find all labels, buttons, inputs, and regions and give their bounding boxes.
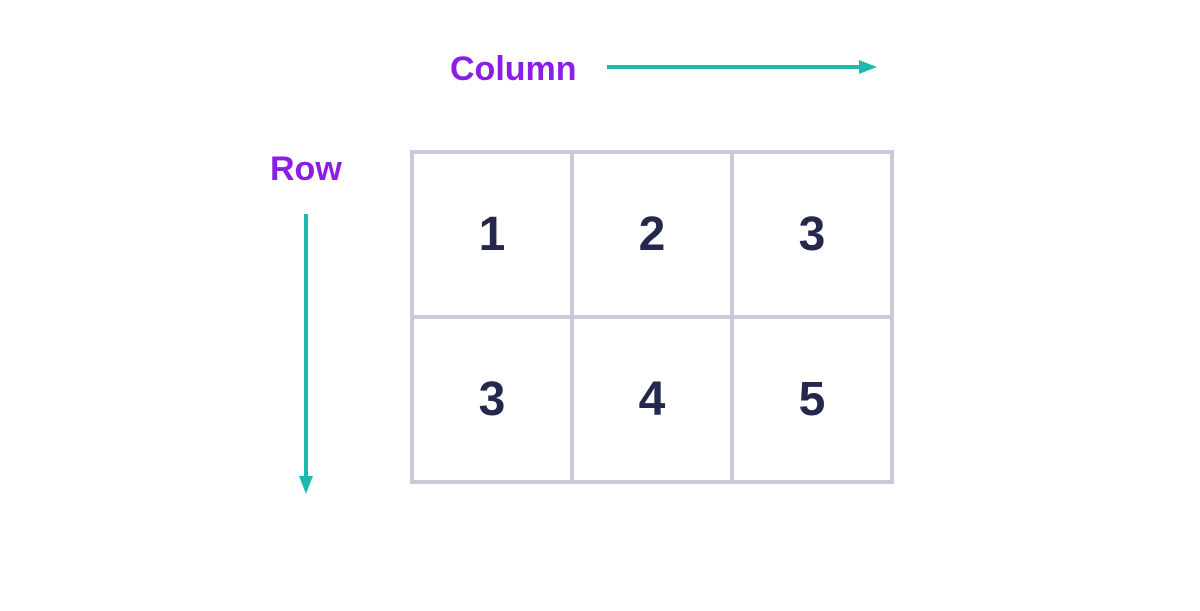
table-row: 1 2 3 <box>412 152 892 317</box>
arrow-right-icon <box>607 59 877 80</box>
cell: 4 <box>572 317 732 482</box>
cell: 5 <box>732 317 892 482</box>
cell: 3 <box>412 317 572 482</box>
cell: 2 <box>572 152 732 317</box>
column-label: Column <box>450 50 577 89</box>
row-label: Row <box>270 150 342 189</box>
table-row: 3 4 5 <box>412 317 892 482</box>
arrow-down-icon <box>298 214 314 499</box>
cell: 1 <box>412 152 572 317</box>
cell: 3 <box>732 152 892 317</box>
matrix-table: 1 2 3 3 4 5 <box>410 150 894 484</box>
column-header-group: Column <box>450 50 877 89</box>
row-header-group: Row <box>270 150 342 499</box>
